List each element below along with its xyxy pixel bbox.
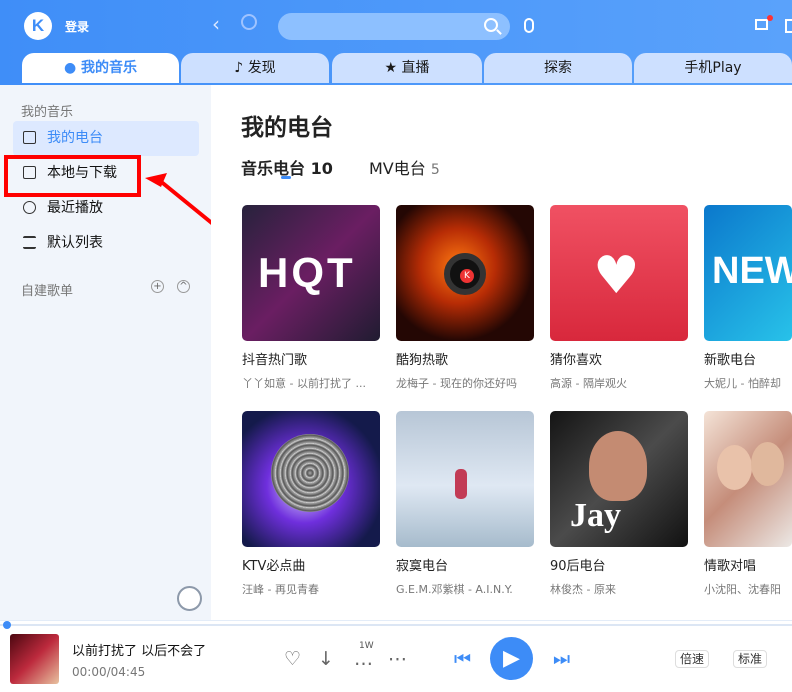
top-bar: K 登录 ‹ ● 我的音乐 ♪ 发现 ★ 直播 探索 手机Play	[0, 0, 792, 88]
collapse-icon[interactable]: ^	[177, 280, 190, 293]
login-link[interactable]: 登录	[65, 18, 89, 35]
sidebar-item-my-radio[interactable]: 我的电台	[13, 121, 199, 156]
tab-mobile-play[interactable]: 手机Play	[634, 53, 792, 83]
tab-explore[interactable]: 探索	[484, 53, 632, 83]
tab-my-music[interactable]: ● 我的音乐	[22, 53, 179, 83]
next-icon[interactable]: ⏭	[553, 648, 570, 670]
radio-card[interactable]: Jay 90后电台 林俊杰 - 原来	[550, 411, 688, 597]
tab-discover[interactable]: ♪ 发现	[181, 53, 329, 83]
radio-cover-hot-songs[interactable]: K	[396, 205, 534, 341]
radio-cover-love-duets[interactable]	[704, 411, 792, 547]
user-icon: ●	[63, 60, 77, 76]
back-icon[interactable]: ‹	[212, 12, 220, 36]
radio-cover-lonely[interactable]	[396, 411, 534, 547]
card-subtitle: 林俊杰 - 原来	[550, 583, 616, 596]
sidebar-item-default-list[interactable]: 默认列表	[13, 226, 199, 261]
radio-icon	[23, 131, 36, 144]
radio-card[interactable]: HQT 抖音热门歌 丫丫如意 - 以前打扰了 ...	[242, 205, 380, 391]
card-title[interactable]: 酷狗热歌	[396, 349, 534, 368]
comment-icon[interactable]: …	[354, 648, 373, 670]
playback-time: 00:00/04:45	[72, 665, 146, 679]
card-subtitle: 龙梅子 - 现在的你还好吗	[396, 377, 517, 390]
locate-icon[interactable]	[177, 586, 202, 611]
app-logo[interactable]: K	[24, 12, 52, 40]
card-subtitle: 高源 - 隔岸观火	[550, 377, 627, 390]
list-icon	[23, 236, 36, 249]
card-subtitle: G.E.M.邓紫棋 - A.I.N.Y.	[396, 583, 513, 596]
download-icon[interactable]: ↓	[318, 648, 334, 670]
progress-bar[interactable]	[0, 624, 792, 626]
page-title: 我的电台	[241, 115, 333, 141]
card-title[interactable]: 抖音热门歌	[242, 349, 380, 368]
radio-card[interactable]: KTV必点曲 汪峰 - 再见青春	[242, 411, 380, 597]
search-icon[interactable]	[484, 18, 498, 32]
previous-icon[interactable]: ⏮	[454, 648, 471, 670]
radio-card[interactable]: NEW 新歌电台 大妮儿 - 怕醉却	[704, 205, 792, 391]
card-subtitle: 大妮儿 - 怕醉却	[704, 377, 781, 390]
custom-playlist-title: 自建歌单	[21, 284, 74, 299]
card-title[interactable]: KTV必点曲	[242, 555, 380, 574]
album-art[interactable]	[10, 634, 59, 684]
add-playlist-icon[interactable]: +	[151, 280, 164, 293]
screen-icon[interactable]	[755, 19, 768, 30]
annotation-arrow-icon	[145, 173, 215, 226]
search-input[interactable]	[278, 13, 510, 40]
radio-cover-new[interactable]: NEW	[704, 205, 792, 341]
music-note-icon: ♪	[234, 60, 244, 76]
progress-handle[interactable]	[3, 621, 11, 629]
refresh-icon[interactable]	[241, 14, 257, 30]
sidebar-section-title: 我的音乐	[21, 105, 74, 120]
mic-icon[interactable]	[524, 18, 534, 33]
main-content: 我的电台 音乐电台 10 MV电台 5 HQT 抖音热门歌 丫丫如意 - 以前打…	[211, 85, 792, 620]
quality-button[interactable]: 标准	[733, 650, 768, 668]
card-title[interactable]: 寂寞电台	[396, 555, 534, 574]
tab-live[interactable]: ★ 直播	[332, 53, 482, 83]
radio-card[interactable]: 寂寞电台 G.E.M.邓紫棋 - A.I.N.Y.	[396, 411, 534, 597]
playback-rate-button[interactable]: 倍速	[675, 650, 710, 668]
card-title[interactable]: 90后电台	[550, 555, 688, 574]
radio-cover-hqt[interactable]: HQT	[242, 205, 380, 341]
like-icon[interactable]: ♡	[284, 648, 301, 670]
card-subtitle: 丫丫如意 - 以前打扰了 ...	[242, 377, 366, 390]
clock-icon	[23, 201, 36, 214]
annotation-highlight-box	[4, 155, 141, 197]
card-title[interactable]: 猜你喜欢	[550, 349, 688, 368]
radio-cover-ktv[interactable]	[242, 411, 380, 547]
card-subtitle: 汪峰 - 再见青春	[242, 583, 319, 596]
notification-dot-icon	[767, 15, 773, 21]
subtab-mv-radio[interactable]: MV电台 5	[369, 155, 440, 179]
radio-cover-90s[interactable]: Jay	[550, 411, 688, 547]
more-icon[interactable]: ⋯	[388, 648, 407, 670]
now-playing-title[interactable]: 以前打扰了 以后不会了	[72, 640, 206, 659]
live-icon: ★	[384, 60, 398, 76]
subtab-underline	[281, 176, 291, 179]
window-icon[interactable]	[785, 19, 792, 33]
radio-card[interactable]: K 酷狗热歌 龙梅子 - 现在的你还好吗	[396, 205, 534, 391]
card-title[interactable]: 新歌电台	[704, 349, 792, 368]
card-title[interactable]: 情歌对唱	[704, 555, 792, 574]
heart-icon: ♥	[593, 246, 640, 306]
card-subtitle: 小沈阳、沈春阳	[704, 583, 781, 596]
radio-cover-guess[interactable]: ♥	[550, 205, 688, 341]
radio-card[interactable]: 情歌对唱 小沈阳、沈春阳	[704, 411, 792, 597]
app-window: K 登录 ‹ ● 我的音乐 ♪ 发现 ★ 直播 探索 手机Play 我的音乐 我…	[0, 0, 792, 692]
radio-card[interactable]: ♥ 猜你喜欢 高源 - 隔岸观火	[550, 205, 688, 391]
play-button[interactable]: ▶	[490, 637, 533, 680]
